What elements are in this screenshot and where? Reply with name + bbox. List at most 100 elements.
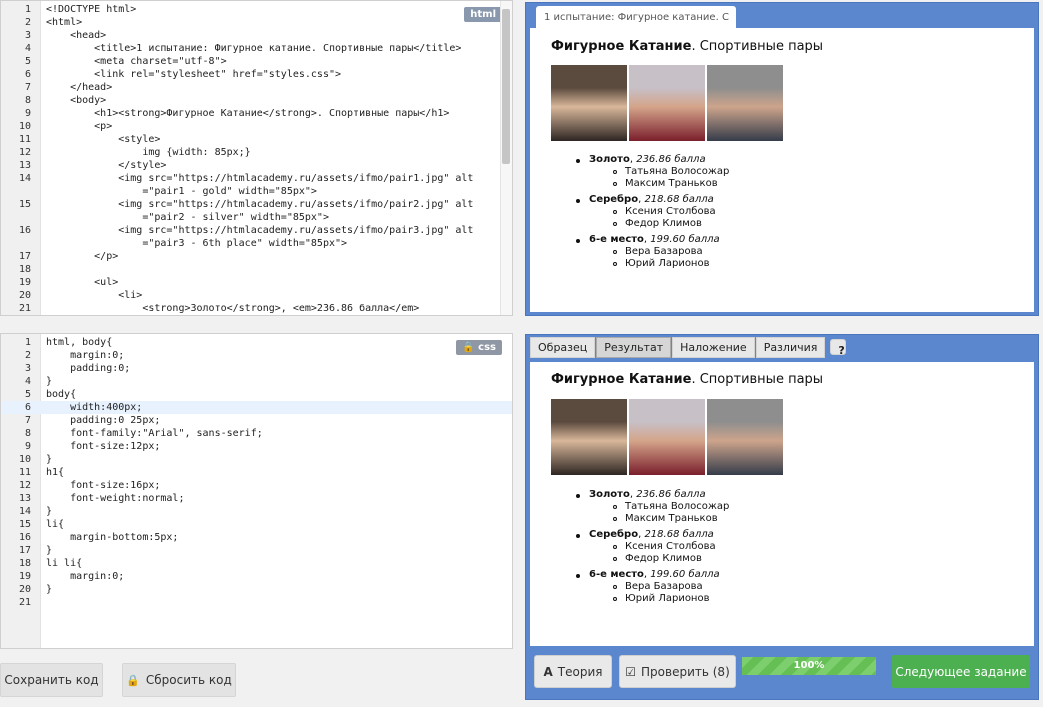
html-line[interactable]: ="pair3 - 6th place" width="85px"> [1, 237, 512, 250]
theory-button[interactable]: A Теория [534, 655, 612, 688]
css-line[interactable]: 7 padding:0 25px; [1, 414, 512, 427]
css-line[interactable]: 5 body{ [1, 388, 512, 401]
list-item: 6-е место, 199.60 балла Вера Базарова Юрий… [576, 569, 729, 605]
result-tab[interactable]: Различия [755, 337, 826, 358]
name-item: Вера Базарова [613, 246, 729, 258]
html-line[interactable]: 20 <li> [1, 289, 512, 302]
css-line[interactable]: 18 li li{ [1, 557, 512, 570]
html-line[interactable]: 8 <body> [1, 94, 512, 107]
css-line[interactable]: 3 padding:0; [1, 362, 512, 375]
list-item: Золото, 236.86 балла Татьяна Волосожар Мак… [576, 154, 729, 190]
pair-photo-2 [629, 399, 705, 475]
html-line[interactable]: 12 img {width: 85px;} [1, 146, 512, 159]
result-tab[interactable]: Наложение [672, 337, 755, 358]
html-line[interactable]: 4 <title>1 испытание: Фигурное катание. … [1, 42, 512, 55]
html-line[interactable]: 21 <strong>Золото</strong>, <em>236.86 б… [1, 302, 512, 315]
help-icon[interactable]: ? [830, 339, 847, 357]
html-line[interactable]: 10 <p> [1, 120, 512, 133]
html-scrollbar[interactable] [500, 1, 512, 315]
line-number: 4 [24, 376, 31, 387]
check-icon: ☑ [625, 664, 637, 679]
list-item: Золото, 236.86 балла Татьяна Волосожар Мак… [576, 489, 729, 525]
next-task-button[interactable]: Следующее задание [892, 655, 1030, 688]
name-item: Татьяна Волосожар [613, 501, 729, 513]
code-text: } [46, 584, 53, 595]
css-line[interactable]: 11 h1{ [1, 466, 512, 479]
preview-tab[interactable]: 1 испытание: Фигурное катание. С [536, 6, 736, 28]
html-editor[interactable]: 1 <!DOCTYPE html> 2 <html> 3 <head> 4 <title>… [0, 0, 513, 316]
css-line[interactable]: 16 margin-bottom:5px; [1, 531, 512, 544]
result-photos [551, 399, 783, 475]
line-number: 13 [18, 493, 31, 504]
html-line[interactable]: ="pair2 - silver" width="85px"> [1, 211, 512, 224]
html-lang-badge: html [464, 7, 502, 22]
html-line[interactable]: 3 <head> [1, 29, 512, 42]
pair-photo-1 [551, 65, 627, 141]
code-text: <img src="https://htmlacademy.ru/assets/… [46, 225, 474, 236]
html-line[interactable]: 19 <ul> [1, 276, 512, 289]
css-line[interactable]: 12 font-size:16px; [1, 479, 512, 492]
css-line[interactable]: 9 font-size:12px; [1, 440, 512, 453]
css-line[interactable]: 17} [1, 544, 512, 557]
code-text: <link rel="stylesheet" href="styles.css"… [46, 69, 342, 80]
save-code-button[interactable]: Сохранить код [0, 663, 103, 697]
check-button[interactable]: ☑ Проверить (8) [619, 655, 736, 688]
html-line[interactable]: 15 <img src="https://htmlacademy.ru/asse… [1, 198, 512, 211]
css-line[interactable]: 10} [1, 453, 512, 466]
html-line[interactable]: ="pair1 - gold" width="85px"> [1, 185, 512, 198]
css-line[interactable]: 20} [1, 583, 512, 596]
name-item: Федор Климов [613, 553, 729, 565]
code-text: margin-bottom:5px; [46, 532, 179, 543]
code-text: ="pair2 - silver" width="85px"> [46, 212, 329, 223]
line-number: 8 [24, 95, 31, 106]
html-line[interactable]: 13 </style> [1, 159, 512, 172]
css-line[interactable]: 15 li{ [1, 518, 512, 531]
name-item: Юрий Ларионов [613, 258, 729, 270]
line-number: 9 [24, 108, 31, 119]
result-h1: Фигурное Катание. Спортивные пары [551, 372, 824, 387]
line-number: 2 [24, 350, 31, 361]
code-text: font-size:16px; [46, 480, 161, 491]
result-tab[interactable]: Образец [530, 337, 596, 358]
preview-frame: Фигурное Катание. Спортивные пары Золото… [530, 28, 1034, 312]
line-number: 17 [18, 251, 31, 262]
code-text: body{ [46, 389, 77, 400]
html-line[interactable]: 2 <html> [1, 16, 512, 29]
html-line[interactable]: 14 <img src="https://htmlacademy.ru/asse… [1, 172, 512, 185]
html-line[interactable]: 7 </head> [1, 81, 512, 94]
code-text: } [46, 506, 53, 517]
line-number: 4 [24, 43, 31, 54]
html-line[interactable]: 9 <h1><strong>Фигурное Катание</strong>.… [1, 107, 512, 120]
css-line[interactable]: 8 font-family:"Arial", sans-serif; [1, 427, 512, 440]
line-number: 15 [18, 199, 31, 210]
css-line[interactable]: 4} [1, 375, 512, 388]
code-text: html, body{ [46, 337, 113, 348]
css-line[interactable]: 19 margin:0; [1, 570, 512, 583]
line-number: 20 [18, 290, 31, 301]
name-item: Максим Траньков [613, 178, 729, 190]
result-tab[interactable]: Результат [596, 337, 672, 358]
reset-code-button[interactable]: 🔒 Сбросить код [122, 663, 236, 697]
css-line[interactable]: 1 html, body{ [1, 336, 512, 349]
html-line[interactable]: 11 <style> [1, 133, 512, 146]
html-line[interactable]: 5 <meta charset="utf-8"> [1, 55, 512, 68]
line-number: 11 [18, 134, 31, 145]
html-line[interactable]: 16 <img src="https://htmlacademy.ru/asse… [1, 224, 512, 237]
html-line[interactable]: 17 </p> [1, 250, 512, 263]
html-line[interactable]: 6 <link rel="stylesheet" href="styles.cs… [1, 68, 512, 81]
code-text: width:400px; [46, 402, 143, 413]
html-line[interactable]: 1 <!DOCTYPE html> [1, 3, 512, 16]
html-line[interactable]: 18 [1, 263, 512, 276]
css-line[interactable]: 21 [1, 596, 512, 609]
css-line[interactable]: 6 width:400px; [1, 401, 512, 414]
line-number: 13 [18, 160, 31, 171]
code-text: <h1><strong>Фигурное Катание</strong>. С… [46, 108, 450, 119]
css-line[interactable]: 14} [1, 505, 512, 518]
code-text: li{ [46, 519, 65, 530]
css-editor[interactable]: 1 html, body{2 margin:0; 3 padding:0; 4} 5 bo… [0, 333, 513, 649]
css-line[interactable]: 13 font-weight:normal; [1, 492, 512, 505]
css-line[interactable]: 2 margin:0; [1, 349, 512, 362]
code-text: } [46, 545, 53, 556]
code-text: </head> [46, 82, 113, 93]
line-number: 8 [24, 428, 31, 439]
